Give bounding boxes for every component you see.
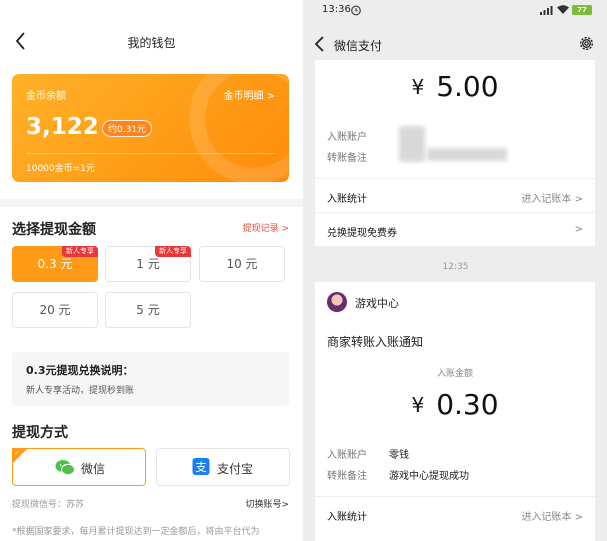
stats-label: 入账统计 [327, 512, 367, 523]
section-separator [0, 199, 303, 207]
account-label: 入账账户 [327, 450, 367, 461]
coin-detail-link[interactable]: 金币明细 > [223, 87, 275, 102]
alipay-icon: 支 [192, 458, 210, 475]
amount-option-0-3[interactable]: 0.3 元 新人专享 [12, 246, 98, 282]
new-user-badge: 新人专享 [62, 246, 98, 257]
transfer-card-2: 游戏中心 商家转账入账通知 入账金额 ¥0.30 入账账户 零钱 转账备注 游戏… [315, 282, 595, 541]
chevron-right-icon: > [574, 224, 583, 235]
amount-value: 0.30 [436, 388, 499, 421]
coupon-label: 兑换提现免费券 [327, 228, 397, 239]
account-label: 入账账户 [327, 132, 367, 143]
withdraw-account-label: 提现微信号：苏苏 [12, 500, 85, 510]
transfer-amount: ¥0.30 [315, 388, 595, 421]
check-icon: ✓ [14, 449, 20, 457]
coin-balance-value: 3,122 [26, 114, 99, 140]
amount-label: 5 元 [136, 303, 160, 317]
ledger-link[interactable]: 进入记账本 > [521, 190, 583, 205]
ledger-link[interactable]: 进入记账本 > [521, 508, 583, 523]
select-amount-title: 选择提现金额 [12, 222, 96, 238]
amount-value: 5.00 [436, 70, 499, 103]
back-arrow-icon[interactable] [312, 34, 328, 54]
account-value: 零钱 [389, 450, 409, 461]
wechat-pay-header: 微信支付 [304, 30, 607, 58]
amount-option-10[interactable]: 10 元 [199, 246, 285, 282]
merchant-name: 游戏中心 [355, 297, 399, 310]
withdraw-record-link[interactable]: 提现记录 > [243, 221, 289, 234]
explanation-title: 0.3元提现兑换说明： [26, 364, 134, 377]
coin-balance-card: 金币余额 金币明细 > 3,122 约0.31元 10000金币=1元 [12, 74, 289, 182]
memo-label: 转账备注 [327, 153, 367, 164]
yen-sign: ¥ [411, 74, 425, 99]
yen-sign: ¥ [411, 392, 425, 417]
wechat-pay-screen: 13:36 77 微信支付 ¥5.00 入账账户 转账备注 入账统计 进入记账本… [304, 0, 607, 541]
status-bar: 13:36 77 [304, 0, 607, 22]
battery-icon: 77 [572, 5, 592, 15]
exchange-rate-text: 10000金币=1元 [26, 164, 95, 174]
amount-option-20[interactable]: 20 元 [12, 292, 98, 328]
alipay-label: 支付宝 [217, 462, 254, 476]
memo-label: 转账备注 [327, 471, 367, 482]
wifi-icon [557, 5, 569, 14]
coin-balance-label: 金币余额 [26, 91, 66, 102]
avatar [327, 292, 347, 312]
withdraw-method-title: 提现方式 [12, 425, 68, 441]
explanation-text: 新人专享活动，提现秒到账 [26, 386, 135, 396]
wechat-icon [55, 460, 75, 476]
notice-title: 商家转账入账通知 [327, 335, 424, 349]
amount-label: 10 元 [226, 257, 258, 271]
transfer-amount: ¥5.00 [315, 70, 595, 103]
stats-row[interactable]: 入账统计 进入记账本 > [315, 178, 595, 212]
withdraw-explanation-box: 0.3元提现兑换说明： 新人专享活动，提现秒到账 [12, 352, 289, 406]
amount-option-1[interactable]: 1 元 新人专享 [105, 246, 191, 282]
coupon-row[interactable]: 兑换提现免费券 > [315, 212, 595, 246]
amount-label: 入账金额 [436, 369, 473, 379]
alarm-icon [351, 5, 361, 16]
svg-text:支: 支 [195, 460, 206, 474]
status-time: 13:36 [322, 4, 351, 15]
stats-label: 入账统计 [327, 194, 367, 205]
switch-account-link[interactable]: 切换账号> [245, 497, 289, 510]
alipay-method-option[interactable]: 支 支付宝 [156, 448, 290, 486]
card-divider [26, 153, 275, 154]
message-time: 12:35 [442, 262, 469, 272]
amount-label: 20 元 [39, 303, 71, 317]
wallet-header: 我的钱包 [0, 28, 303, 56]
page-title: 我的钱包 [127, 36, 176, 50]
amount-label: 1 元 [136, 257, 160, 271]
amount-option-5[interactable]: 5 元 [105, 292, 191, 328]
amount-label: 0.3 元 [37, 257, 73, 271]
gear-icon[interactable] [578, 35, 595, 52]
page-title: 微信支付 [334, 39, 383, 53]
blurred-info [427, 148, 507, 161]
memo-value: 游戏中心提现成功 [389, 471, 469, 482]
rmb-equivalent-badge: 约0.31元 [102, 120, 153, 137]
wechat-label: 微信 [81, 462, 106, 476]
tax-notice-text: *根据国家要求，每月累计提现达到一定金额后，将由平台代为 [12, 527, 260, 537]
new-user-badge: 新人专享 [155, 246, 191, 257]
wechat-method-option[interactable]: ✓ 微信 [12, 448, 146, 486]
transfer-card-1: ¥5.00 入账账户 转账备注 入账统计 进入记账本 > 兑换提现免费券 > [315, 60, 595, 246]
wallet-screen: 我的钱包 金币余额 金币明细 > 3,122 约0.31元 10000金币=1元… [0, 0, 303, 541]
blurred-info [399, 126, 425, 162]
stats-row[interactable]: 入账统计 进入记账本 > [315, 496, 595, 530]
signal-icon [540, 6, 553, 15]
